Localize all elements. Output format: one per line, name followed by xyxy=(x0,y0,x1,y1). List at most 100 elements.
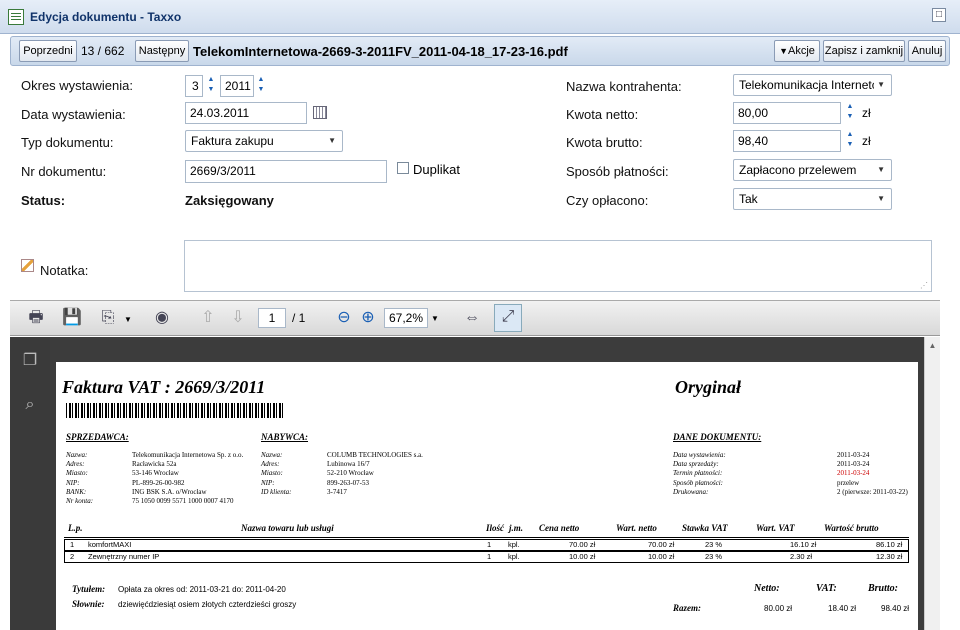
right-gutter xyxy=(950,34,960,630)
doc-field-label: Termin płatności: xyxy=(673,469,723,478)
zoom-out-icon[interactable]: ⊖ xyxy=(332,306,356,330)
note-pencil-icon xyxy=(21,259,34,272)
doc-heading: DANE DOKUMENTU: xyxy=(673,432,762,442)
buyer-field-value: 52-210 Wrocław xyxy=(327,469,374,478)
arrow-up-icon[interactable]: ⇧ xyxy=(196,306,220,330)
table-cell: 12.30 zł xyxy=(876,552,903,561)
file-name: TelekomInternetowa-2669-3-2011FV_2011-04… xyxy=(193,44,568,59)
paid-select[interactable]: Tak ▼ xyxy=(733,188,892,210)
zoom-in-icon[interactable]: ⊕ xyxy=(356,306,380,330)
seller-field-label: Miasto: xyxy=(66,469,88,478)
gross-spinner[interactable]: ▲ ▼ xyxy=(845,130,855,152)
resize-grip-icon: ⋰ xyxy=(920,281,928,290)
zoom-input[interactable]: 67,2% xyxy=(384,308,428,328)
table-cell: 10.00 zł xyxy=(648,552,675,561)
maximize-button[interactable]: □ xyxy=(932,8,946,22)
payment-select[interactable]: Zapłacono przelewem ▼ xyxy=(733,159,892,181)
next-button[interactable]: Następny xyxy=(135,40,189,62)
net-spinner[interactable]: ▲ ▼ xyxy=(845,102,855,124)
save-close-button[interactable]: Zapisz i zamknij xyxy=(823,40,905,62)
arrow-down-icon[interactable]: ⇩ xyxy=(226,306,250,330)
net-input[interactable]: 80,00 xyxy=(733,102,841,124)
table-cell: 70.00 zł xyxy=(569,540,596,549)
fit-width-icon[interactable]: ⇔ xyxy=(460,306,484,330)
table-header: Nazwa towaru lub usługi xyxy=(241,523,334,533)
duplicate-checkbox[interactable] xyxy=(397,162,409,174)
table-cell: 23 % xyxy=(705,540,723,549)
document-icon xyxy=(8,9,24,25)
brutto-heading: Brutto: xyxy=(868,583,899,594)
sum-vat: 18.40 zł xyxy=(828,604,857,613)
tytulem-value: Opłata za okres od: 2011-03-21 do: 2011-… xyxy=(118,585,286,594)
period-month-input[interactable]: 3 xyxy=(185,75,203,97)
date-input[interactable]: 24.03.2011 xyxy=(185,102,307,124)
seller-field-value: Telekomunikacja Internetowa Sp. z o.o. xyxy=(132,451,244,459)
pages-icon[interactable]: ❐ xyxy=(18,349,42,373)
calendar-icon[interactable] xyxy=(313,106,327,119)
table-cell: 1 xyxy=(487,540,492,549)
chevron-down-icon: ▼ xyxy=(877,165,885,174)
binoculars-icon[interactable]: ⌕ xyxy=(18,393,42,417)
buyer-field-label: NIP: xyxy=(261,478,275,487)
payment-label: Sposób płatności: xyxy=(566,164,669,179)
date-label: Data wystawienia: xyxy=(21,107,126,122)
type-select[interactable]: Faktura zakupu ▼ xyxy=(185,130,343,152)
doc-field-label: Sposób płatności: xyxy=(673,478,723,487)
doc-field-value: 2011-03-24 xyxy=(837,469,870,478)
fit-page-icon[interactable]: ⤢ xyxy=(494,304,522,332)
document-toolbar: Poprzedni 13 / 662 Następny TelekomInter… xyxy=(10,36,950,66)
doc-field-label: Data sprzedaży: xyxy=(673,460,719,469)
chevron-down-icon: ▼ xyxy=(877,194,885,203)
duplicate-label: Duplikat xyxy=(413,162,460,177)
year-spinner[interactable]: ▲ ▼ xyxy=(256,75,266,97)
globe-icon[interactable]: ◉ xyxy=(150,306,174,330)
page-input[interactable]: 1 xyxy=(258,308,286,328)
title-bar: Edycja dokumentu - Taxxo □ xyxy=(0,0,960,34)
save-icon[interactable]: 💾 xyxy=(60,306,84,330)
type-label: Typ dokumentu: xyxy=(21,135,114,150)
period-year-input[interactable]: 2011 xyxy=(220,75,254,97)
chevron-down-icon[interactable]: ▼ xyxy=(431,314,439,323)
table-header: L.p. xyxy=(68,523,83,533)
number-input[interactable]: 2669/3/2011 xyxy=(185,160,387,183)
seller-field-label: Adres: xyxy=(66,460,85,469)
note-label: Notatka: xyxy=(40,263,89,278)
buyer-field-value: Lubinowa 16/7 xyxy=(327,460,370,469)
net-currency: zł xyxy=(862,106,871,120)
slownie-value: dziewięćdziesiąt osiem złotych czterdzie… xyxy=(118,600,297,609)
print-icon[interactable]: 🖶 xyxy=(24,306,48,330)
buyer-field-value: 899-263-07-53 xyxy=(327,478,369,487)
barcode xyxy=(66,403,284,418)
actions-button[interactable]: ▼Akcje xyxy=(774,40,820,62)
table-cell: 10.00 zł xyxy=(569,552,596,561)
net-label: Kwota netto: xyxy=(566,107,639,122)
paid-label: Czy opłacono: xyxy=(566,193,649,208)
note-textarea[interactable]: ⋰ xyxy=(184,240,932,292)
invoice-original: Oryginał xyxy=(675,377,742,397)
buyer-field-label: Miasto: xyxy=(261,469,283,478)
chevron-down-icon[interactable]: ▼ xyxy=(124,315,132,324)
previous-button[interactable]: Poprzedni xyxy=(19,40,77,62)
doc-field-value: 2 (pierwsze: 2011-03-22) xyxy=(837,487,908,496)
table-header: Wart. VAT xyxy=(756,523,795,533)
table-header: j.m. xyxy=(509,523,524,533)
table-header: Wartość brutto xyxy=(824,523,879,533)
table-cell: 86.10 zł xyxy=(876,540,903,549)
gross-currency: zł xyxy=(862,134,871,148)
cancel-button[interactable]: Anuluj xyxy=(908,40,946,62)
contractor-select[interactable]: Telekomunikacja Internetc ▼ xyxy=(733,74,892,96)
doc-field-value: 2011-03-24 xyxy=(837,460,870,469)
vertical-scrollbar[interactable]: ▲ xyxy=(924,337,940,630)
invoice-title: Faktura VAT : 2669/3/2011 xyxy=(62,377,266,397)
contractor-label: Nazwa kontrahenta: xyxy=(566,79,682,94)
seller-field-value: 53-146 Wrocław xyxy=(132,469,179,478)
status-value: Zaksięgowany xyxy=(185,193,274,208)
table-rule xyxy=(64,537,909,538)
share-icon[interactable]: ⎘ xyxy=(96,306,120,330)
scroll-up-icon[interactable]: ▲ xyxy=(925,341,940,350)
seller-field-label: Nazwa: xyxy=(66,451,88,459)
table-cell: kpl. xyxy=(508,552,520,561)
month-spinner[interactable]: ▲ ▼ xyxy=(206,75,216,97)
seller-field-value: 75 1050 0099 5571 1000 0007 4170 xyxy=(132,497,234,505)
gross-input[interactable]: 98,40 xyxy=(733,130,841,152)
